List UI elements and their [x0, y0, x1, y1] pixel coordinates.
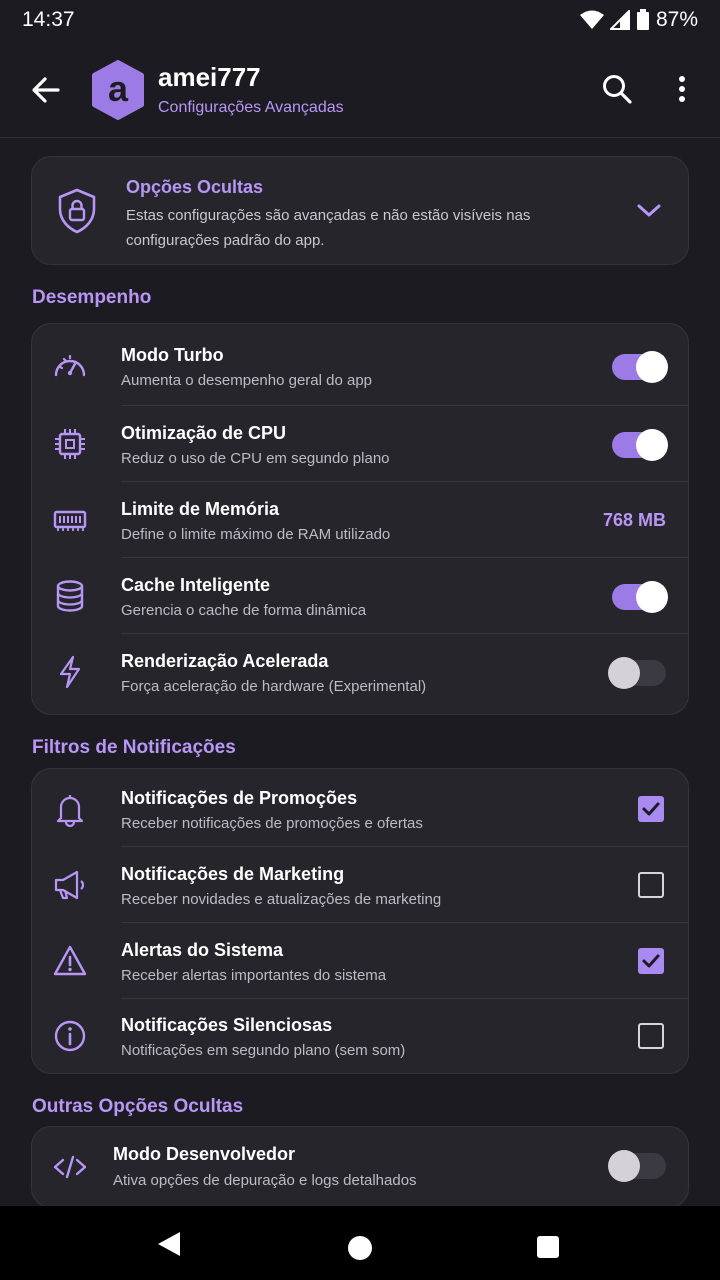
rendering-toggle[interactable]: [608, 657, 666, 689]
toggle-knob: [636, 429, 668, 461]
notification-title: Notificações de Promoções: [121, 788, 358, 808]
cpu-toggle[interactable]: [612, 429, 668, 461]
search-button[interactable]: [600, 72, 634, 106]
setting-row-developer[interactable]: Modo Desenvolvedor Ativa opções de depur…: [32, 1129, 688, 1205]
turbo-toggle[interactable]: [612, 351, 668, 383]
notification-subtitle: Receber alertas importantes do sistema: [121, 967, 387, 984]
lightning-icon: [59, 655, 81, 689]
setting-title: Modo Turbo: [121, 345, 224, 365]
toggle-knob: [608, 657, 640, 689]
cache-toggle[interactable]: [612, 581, 668, 613]
nav-home-button[interactable]: [348, 1236, 372, 1260]
setting-subtitle: Gerencia o cache de forma dinâmica: [121, 602, 367, 619]
section-title-notifications: Filtros de Notificações: [32, 737, 236, 758]
toggle-knob: [608, 1150, 640, 1182]
setting-subtitle: Aumenta o desempenho geral do app: [121, 372, 373, 389]
bell-icon: [56, 795, 84, 827]
notification-title: Notificações de Marketing: [121, 864, 345, 884]
info-icon: [54, 1020, 86, 1052]
setting-row-cache[interactable]: Cache Inteligente Gerencia o cache de fo…: [32, 558, 688, 634]
setting-subtitle: Força aceleração de hardware (Experiment…: [121, 678, 427, 695]
arrow-back-icon: [32, 77, 60, 103]
notification-title: Notificações Silenciosas: [121, 1015, 333, 1035]
other-options-card: Modo Desenvolvedor Ativa opções de depur…: [31, 1126, 689, 1208]
setting-row-cpu[interactable]: Otimização de CPU Reduz o uso de CPU em …: [32, 406, 688, 482]
more-options-button[interactable]: [668, 74, 696, 108]
setting-title: Limite de Memória: [121, 499, 280, 519]
section-title-other: Outras Opções Ocultas: [32, 1096, 244, 1117]
system-alerts-checkbox[interactable]: [638, 948, 664, 974]
promotions-checkbox[interactable]: [638, 796, 664, 822]
nav-recents-button[interactable]: [537, 1236, 559, 1258]
setting-row-turbo[interactable]: Modo Turbo Aumenta o desempenho geral do…: [32, 328, 688, 404]
setting-subtitle: Define o limite máximo de RAM utilizado: [121, 526, 391, 543]
avatar-letter: a: [107, 68, 129, 109]
search-icon: [603, 75, 632, 104]
page-subtitle: Configurações Avançadas: [158, 99, 344, 116]
notifications-card: Notificações de Promoções Receber notifi…: [31, 768, 689, 1074]
hidden-options-title: Opções Ocultas: [126, 177, 264, 197]
avatar: a: [90, 60, 146, 120]
status-time: 14:37: [22, 8, 75, 31]
notification-row-silent[interactable]: Notificações Silenciosas Notificações em…: [32, 998, 688, 1074]
battery-percent: 87%: [655, 8, 698, 31]
memory-limit-value[interactable]: 768 MB: [603, 510, 666, 531]
nav-back-icon[interactable]: [156, 1230, 182, 1258]
hidden-options-card[interactable]: Opções Ocultas Estas configurações são a…: [31, 156, 689, 265]
section-title-performance: Desempenho: [32, 287, 152, 308]
cpu-icon: [55, 429, 85, 459]
speedometer-icon: [54, 354, 86, 377]
developer-toggle[interactable]: [608, 1150, 666, 1182]
notification-row-system-alerts[interactable]: Alertas do Sistema Receber alertas impor…: [32, 923, 688, 999]
back-button[interactable]: [26, 70, 66, 110]
hidden-options-description: Estas configurações são avançadas e não …: [126, 207, 531, 249]
notification-title: Alertas do Sistema: [121, 940, 284, 960]
app-bar: a amei777 Configurações Avançadas: [0, 40, 720, 138]
setting-row-rendering[interactable]: Renderização Acelerada Força aceleração …: [32, 634, 688, 710]
notification-row-marketing[interactable]: Notificações de Marketing Receber novida…: [32, 847, 688, 923]
notification-row-promotions[interactable]: Notificações de Promoções Receber notifi…: [32, 771, 688, 847]
more-vert-icon: [679, 76, 685, 102]
toggle-knob: [636, 351, 668, 383]
wifi-icon: [579, 10, 604, 29]
silent-checkbox[interactable]: [638, 1023, 664, 1049]
notification-subtitle: Notificações em segundo plano (sem som): [121, 1042, 406, 1059]
setting-title: Cache Inteligente: [121, 575, 271, 595]
memory-icon: [53, 510, 87, 531]
setting-title: Renderização Acelerada: [121, 651, 329, 671]
setting-subtitle: Ativa opções de depuração e logs detalha…: [113, 1172, 417, 1189]
database-icon: [56, 580, 84, 612]
check-icon: [642, 802, 660, 816]
toggle-knob: [636, 581, 668, 613]
system-nav-bar: [0, 1206, 720, 1280]
megaphone-icon: [54, 870, 85, 900]
page-title: amei777: [158, 62, 261, 92]
status-icons: 87%: [579, 8, 698, 32]
battery-icon: [636, 9, 649, 30]
marketing-checkbox[interactable]: [638, 872, 664, 898]
status-bar: 14:37 87%: [0, 0, 720, 40]
check-icon: [642, 954, 660, 968]
signal-icon: [609, 10, 630, 30]
performance-card: Modo Turbo Aumenta o desempenho geral do…: [31, 323, 689, 715]
setting-subtitle: Reduz o uso de CPU em segundo plano: [121, 450, 390, 467]
warning-icon: [53, 945, 87, 976]
notification-subtitle: Receber notificações de promoções e ofer…: [121, 815, 423, 832]
code-icon: [53, 1155, 87, 1179]
setting-row-memory[interactable]: Limite de Memória Define o limite máximo…: [32, 482, 688, 558]
shield-lock-icon: [58, 188, 96, 234]
setting-title: Modo Desenvolvedor: [113, 1144, 296, 1164]
notification-subtitle: Receber novidades e atualizações de mark…: [121, 891, 442, 908]
setting-title: Otimização de CPU: [121, 423, 287, 443]
chevron-down-icon[interactable]: [636, 201, 662, 221]
